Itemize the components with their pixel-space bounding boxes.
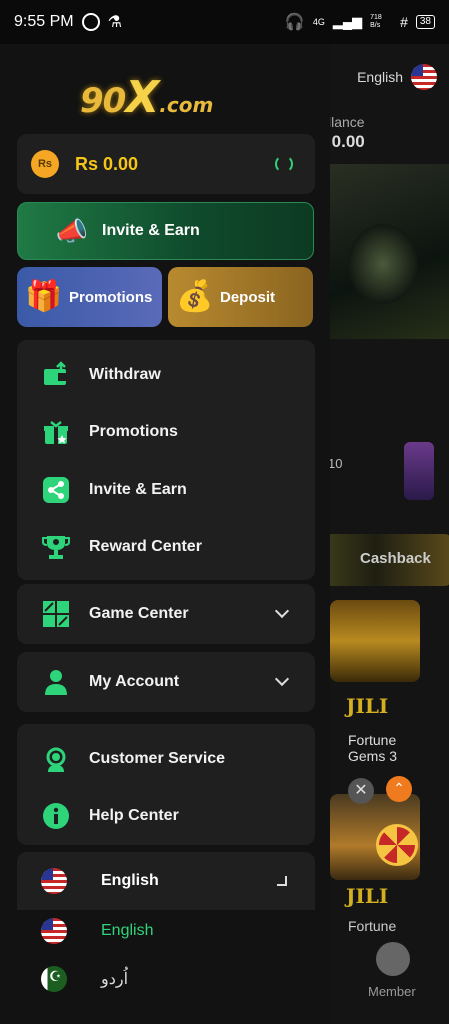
gift-icon: [41, 417, 71, 447]
bg-member-label: Member: [368, 984, 416, 999]
chevron-up-icon[interactable]: ⌃: [386, 776, 412, 802]
bg-language-label: English: [357, 69, 403, 85]
invite-earn-label: Invite & Earn: [102, 222, 200, 239]
menu-item-invite-earn[interactable]: Invite & Earn: [17, 461, 315, 519]
game-grid-icon: [41, 599, 71, 629]
chevron-down-icon: [274, 603, 290, 619]
menu-item-help-center[interactable]: Help Center: [17, 788, 315, 846]
bg-language-selector[interactable]: English: [357, 64, 437, 90]
lucky-wheel-icon[interactable]: [376, 824, 418, 866]
language-selector[interactable]: English: [17, 852, 315, 910]
language-option-english[interactable]: English: [41, 918, 153, 944]
logo-part: .com: [159, 93, 214, 117]
invite-earn-button[interactable]: 📣 Invite & Earn: [17, 202, 314, 260]
menu-item-customer-service[interactable]: Customer Service: [17, 730, 315, 788]
menu-label: Reward Center: [89, 538, 202, 556]
network-type: 4G: [312, 17, 325, 27]
user-icon: [41, 667, 71, 697]
bg-promo-count: 10: [328, 456, 343, 471]
bg-provider-logo: JILI: [346, 884, 389, 908]
share-icon: [41, 475, 71, 505]
bg-balance-value: :0.00: [326, 132, 365, 151]
menu-label: Withdraw: [89, 365, 161, 383]
pakistan-flag-icon: [41, 966, 67, 992]
game-center-section: Game Center: [17, 584, 315, 644]
language-option-urdu[interactable]: اُردو: [41, 966, 128, 992]
gift-box-icon: 🎁: [25, 280, 63, 313]
info-icon: [41, 801, 71, 831]
side-drawer: 90 X .com Rs Rs 0.00 📣 Invite & Earn 🎁 Pro…: [0, 44, 330, 1024]
bg-balance-label: llance: [328, 114, 365, 130]
battery-icon: 38: [415, 15, 435, 29]
site-logo: 90 X .com: [80, 72, 214, 123]
deposit-button[interactable]: 💰 Deposit: [168, 267, 313, 327]
headphones-icon: 🎧: [284, 14, 305, 31]
status-time: 9:55 PM: [14, 13, 74, 30]
bg-thumbnail[interactable]: [404, 442, 434, 500]
menu-label: Help Center: [89, 807, 179, 825]
menu-group-main: Withdraw Promotions Invite & Earn Reward…: [17, 340, 315, 580]
trophy-icon: [41, 532, 71, 562]
menu-item-promotions[interactable]: Promotions: [17, 404, 315, 462]
my-account-section: My Account: [17, 652, 315, 712]
us-flag-icon: [41, 868, 67, 894]
chevron-up-icon: [277, 876, 287, 886]
hash-icon: #: [400, 14, 408, 30]
menu-item-my-account[interactable]: My Account: [17, 652, 315, 712]
signal-icon: ▂▄▆: [332, 14, 363, 29]
promotions-button[interactable]: 🎁 Promotions: [17, 267, 162, 327]
chevron-down-icon: [274, 671, 290, 687]
us-flag-icon: [411, 64, 437, 90]
bg-cashback-banner[interactable]: Cashback: [326, 534, 449, 586]
rupee-coin-icon: Rs: [31, 150, 59, 178]
language-option-label: اُردو: [101, 971, 129, 988]
close-icon[interactable]: ✕: [348, 778, 374, 804]
balance-card: Rs Rs 0.00: [17, 134, 315, 194]
status-bar: 9:55 PM ⚗ 🎧 4G ▂▄▆ 718 B/s # 38: [0, 0, 449, 44]
bg-game-tile[interactable]: [330, 600, 420, 682]
menu-item-game-center[interactable]: Game Center: [17, 584, 315, 644]
menu-item-reward-center[interactable]: Reward Center: [17, 519, 315, 577]
language-current: English: [101, 872, 159, 889]
member-icon[interactable]: [376, 942, 410, 976]
bg-game-name: Fortune Gems 3: [348, 732, 398, 764]
us-flag-icon: [41, 918, 67, 944]
flask-icon: ⚗: [107, 14, 122, 31]
safe-icon: 💰: [176, 280, 214, 313]
balance-value: Rs 0.00: [75, 153, 139, 174]
refresh-icon[interactable]: [275, 155, 293, 173]
bg-provider-logo: JILI: [346, 694, 389, 718]
bg-cashback-label: Cashback: [360, 550, 431, 567]
deposit-label: Deposit: [220, 288, 276, 306]
megaphone-icon: 📣: [55, 216, 89, 246]
menu-label: My Account: [89, 673, 180, 690]
menu-item-withdraw[interactable]: Withdraw: [17, 346, 315, 404]
background-app: English llance :0.00 10 Cashback JILI Fo…: [318, 44, 449, 1024]
bg-game-name: Fortune: [348, 918, 397, 934]
language-option-label: English: [101, 922, 154, 939]
menu-label: Promotions: [89, 423, 178, 441]
promotions-label: Promotions: [69, 288, 153, 306]
menu-label: Game Center: [89, 605, 189, 622]
withdraw-icon: [41, 360, 71, 390]
headset-icon: [41, 744, 71, 774]
bg-banner[interactable]: [328, 164, 449, 339]
menu-group-support: Customer Service Help Center: [17, 724, 315, 845]
whatsapp-icon: [81, 13, 100, 31]
net-speed: 718 B/s: [370, 14, 382, 29]
logo-part: 90: [80, 81, 126, 121]
menu-label: Invite & Earn: [89, 480, 187, 498]
logo-part: X: [125, 72, 160, 123]
menu-label: Customer Service: [89, 749, 226, 767]
